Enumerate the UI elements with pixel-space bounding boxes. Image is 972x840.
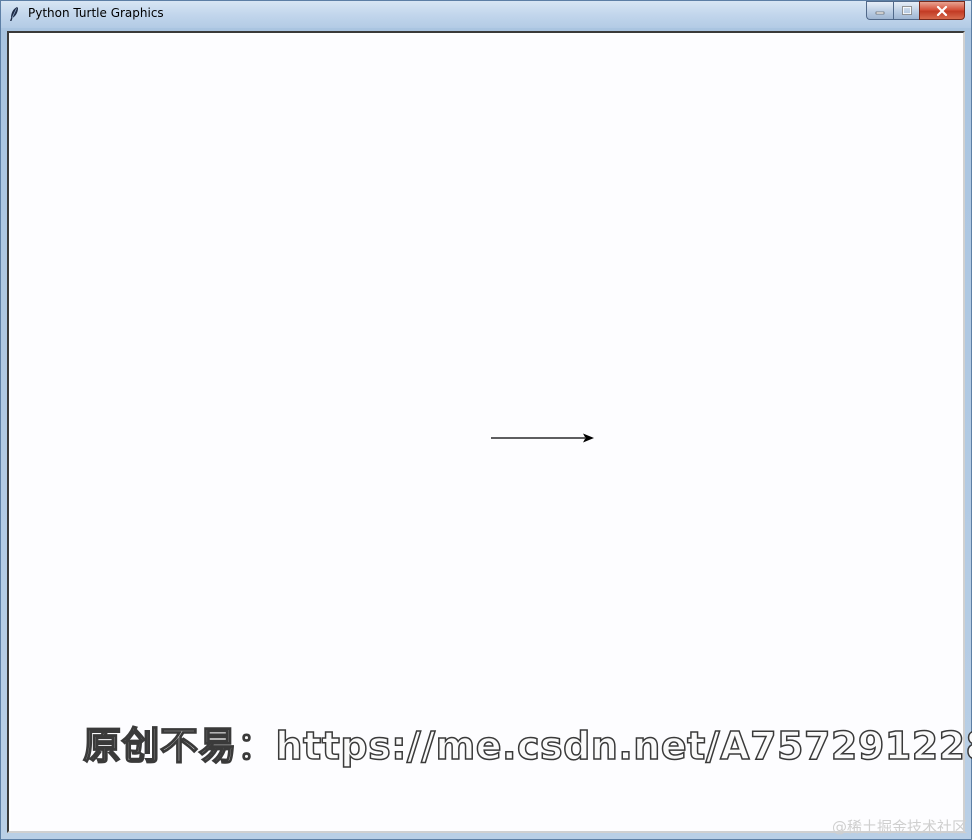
- turtle-drawing: [491, 433, 594, 443]
- maximize-button[interactable]: [893, 1, 919, 20]
- window-controls: [866, 1, 965, 20]
- title-bar[interactable]: Python Turtle Graphics: [1, 1, 971, 28]
- window-title: Python Turtle Graphics: [28, 6, 164, 20]
- minimize-icon: [875, 11, 885, 14]
- maximize-icon: [901, 6, 912, 15]
- watermark-corner: @稀土掘金技术社区: [831, 818, 967, 836]
- turtle-canvas[interactable]: [11, 35, 963, 831]
- canvas-frame: [7, 31, 965, 833]
- turtle-window: Python Turtle Graphics 原创不易：https://me.c…: [0, 0, 972, 840]
- minimize-button[interactable]: [866, 1, 893, 20]
- watermark-text: 原创不易：https://me.csdn.net/A757291228: [82, 723, 972, 769]
- feather-icon: [10, 7, 18, 21]
- close-button[interactable]: [919, 1, 965, 20]
- close-icon: [936, 5, 948, 16]
